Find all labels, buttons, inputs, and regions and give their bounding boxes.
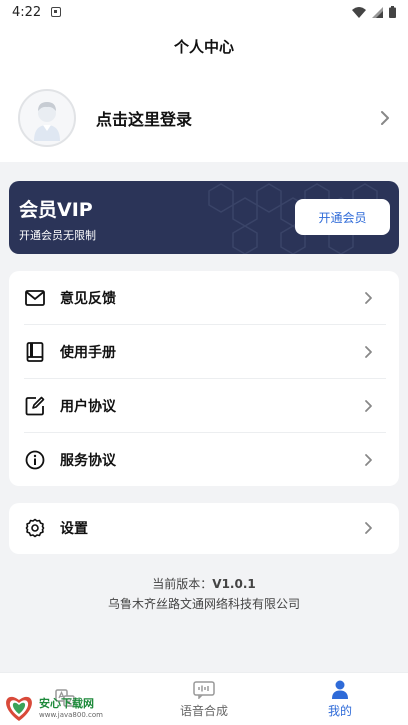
- menu-item-label: 服务协议: [60, 453, 116, 469]
- battery-icon: [389, 6, 396, 18]
- mail-icon: [24, 287, 46, 309]
- gear-icon: [24, 517, 46, 539]
- edit-icon: [24, 395, 46, 417]
- menu-item-manual[interactable]: 使用手册: [9, 325, 399, 379]
- wifi-icon: [352, 6, 366, 18]
- menu-item-user-agreement[interactable]: 用户协议: [9, 379, 399, 433]
- chevron-right-icon: [365, 522, 372, 534]
- info-icon: [24, 449, 46, 471]
- version-label: 当前版本：: [152, 577, 213, 591]
- tab-label: 我的: [327, 704, 352, 718]
- watermark-url: www.java800.com: [39, 711, 103, 719]
- app-version: 当前版本：V1.0.1: [0, 575, 408, 592]
- menu-item-label: 用户协议: [60, 399, 116, 415]
- open-vip-button[interactable]: 开通会员: [295, 199, 390, 235]
- company-name: 乌鲁木齐丝路文通网络科技有限公司: [107, 597, 300, 611]
- menu-item-settings[interactable]: 设置: [9, 501, 399, 555]
- vip-card[interactable]: 会员VIP 开通会员无限制 开通会员: [9, 181, 399, 254]
- tab-label: 语音合成: [179, 703, 228, 718]
- version-value: V1.0.1: [212, 577, 256, 591]
- settings-card: 设置: [9, 503, 399, 554]
- menu-item-label: 使用手册: [60, 345, 116, 361]
- menu-item-feedback[interactable]: 意见反馈: [9, 271, 399, 325]
- page-title: 个人中心: [173, 38, 234, 56]
- chevron-right-icon: [365, 292, 372, 304]
- menu-item-label: 意见反馈: [60, 291, 116, 307]
- login-row[interactable]: 点击这里登录: [18, 88, 390, 148]
- chevron-right-icon: [365, 400, 372, 412]
- voice-icon: [193, 680, 215, 699]
- tab-voice-synthesis[interactable]: 语音合成: [136, 673, 272, 725]
- default-avatar-icon: [34, 102, 60, 141]
- settings-label: 设置: [60, 521, 88, 537]
- login-prompt: 点击这里登录: [96, 110, 193, 129]
- heart-logo: [6, 696, 32, 721]
- vip-title: 会员VIP: [19, 199, 93, 221]
- book-icon: [24, 341, 46, 363]
- status-time: 4:22: [12, 4, 42, 20]
- chevron-right-icon: [381, 111, 389, 125]
- site-watermark: 安心下载网 www.java800.com: [2, 690, 106, 724]
- avatar[interactable]: [18, 89, 76, 147]
- chevron-right-icon: [365, 346, 372, 358]
- chevron-right-icon: [365, 454, 372, 466]
- signal-icon: [372, 6, 383, 18]
- menu-card: 意见反馈 使用手册 用户协议 服务协议: [9, 271, 399, 486]
- tab-mine[interactable]: 我的: [272, 673, 408, 725]
- person-icon: [332, 680, 348, 699]
- menu-item-service-agreement[interactable]: 服务协议: [9, 433, 399, 487]
- notification-icon: [51, 7, 62, 17]
- watermark-brand: 安心下载网: [39, 697, 94, 710]
- vip-subtitle: 开通会员无限制: [19, 229, 96, 242]
- status-bar: 4:22: [0, 0, 408, 24]
